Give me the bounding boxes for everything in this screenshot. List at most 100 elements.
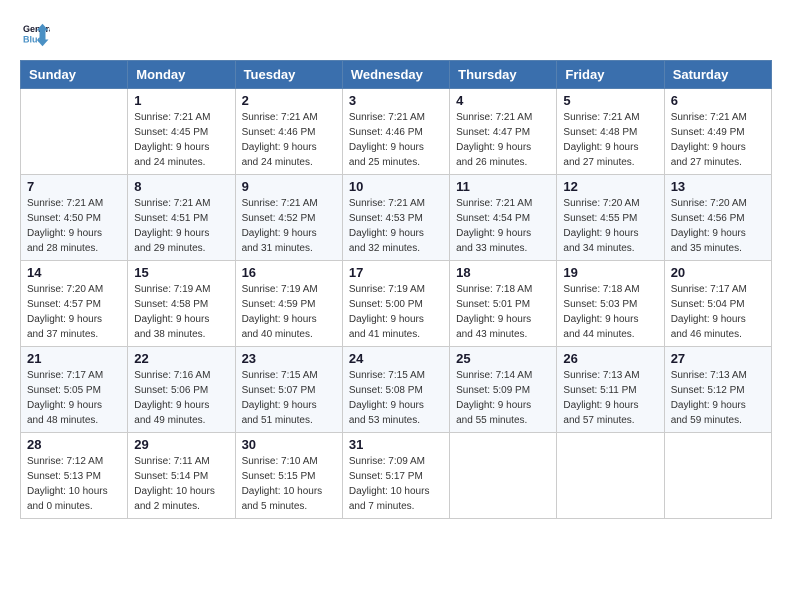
day-info: Sunrise: 7:21 AMSunset: 4:46 PMDaylight:… (349, 110, 443, 170)
calendar-cell: 6Sunrise: 7:21 AMSunset: 4:49 PMDaylight… (664, 89, 771, 175)
day-info: Sunrise: 7:19 AMSunset: 4:58 PMDaylight:… (134, 282, 228, 342)
calendar-cell: 4Sunrise: 7:21 AMSunset: 4:47 PMDaylight… (450, 89, 557, 175)
day-number: 17 (349, 265, 443, 280)
day-info: Sunrise: 7:20 AMSunset: 4:55 PMDaylight:… (563, 196, 657, 256)
day-info: Sunrise: 7:15 AMSunset: 5:08 PMDaylight:… (349, 368, 443, 428)
calendar-cell: 10 Sunrise: 7:21 AMSunset: 4:53 PMDayligh… (342, 175, 449, 261)
day-number: 11 (456, 179, 550, 194)
calendar-cell: 30 Sunrise: 7:10 AMSunset: 5:15 PMDayligh… (235, 433, 342, 519)
day-info: Sunrise: 7:21 AMSunset: 4:45 PMDaylight:… (134, 110, 228, 170)
calendar-cell: 27 Sunrise: 7:13 AMSunset: 5:12 PMDayligh… (664, 347, 771, 433)
calendar-cell: 19 Sunrise: 7:18 AMSunset: 5:03 PMDayligh… (557, 261, 664, 347)
calendar-cell: 24 Sunrise: 7:15 AMSunset: 5:08 PMDayligh… (342, 347, 449, 433)
calendar-cell: 29Sunrise: 7:11 AMSunset: 5:14 PMDayligh… (128, 433, 235, 519)
day-number: 22 (134, 351, 228, 366)
day-info: Sunrise: 7:10 AMSunset: 5:15 PMDaylight:… (242, 454, 336, 514)
calendar-cell: 28 Sunrise: 7:12 AMSunset: 5:13 PMDayligh… (21, 433, 128, 519)
calendar-cell: 3 Sunrise: 7:21 AMSunset: 4:46 PMDaylight… (342, 89, 449, 175)
day-number: 15 (134, 265, 228, 280)
calendar-cell (450, 433, 557, 519)
day-info: Sunrise: 7:17 AMSunset: 5:04 PMDaylight:… (671, 282, 765, 342)
day-info: Sunrise: 7:20 AMSunset: 4:57 PMDaylight:… (27, 282, 121, 342)
calendar-header-saturday: Saturday (664, 61, 771, 89)
day-number: 16 (242, 265, 336, 280)
calendar-cell: 16Sunrise: 7:19 AMSunset: 4:59 PMDayligh… (235, 261, 342, 347)
day-number: 9 (242, 179, 336, 194)
calendar-cell: 18Sunrise: 7:18 AMSunset: 5:01 PMDayligh… (450, 261, 557, 347)
day-number: 10 (349, 179, 443, 194)
day-number: 1 (134, 93, 228, 108)
calendar-cell: 12 Sunrise: 7:20 AMSunset: 4:55 PMDayligh… (557, 175, 664, 261)
day-info: Sunrise: 7:13 AMSunset: 5:11 PMDaylight:… (563, 368, 657, 428)
day-info: Sunrise: 7:21 AMSunset: 4:54 PMDaylight:… (456, 196, 550, 256)
day-number: 27 (671, 351, 765, 366)
calendar-header-tuesday: Tuesday (235, 61, 342, 89)
calendar-header-monday: Monday (128, 61, 235, 89)
day-number: 3 (349, 93, 443, 108)
day-info: Sunrise: 7:18 AMSunset: 5:03 PMDaylight:… (563, 282, 657, 342)
day-number: 30 (242, 437, 336, 452)
calendar-cell: 1 Sunrise: 7:21 AMSunset: 4:45 PMDaylight… (128, 89, 235, 175)
calendar-cell: 8 Sunrise: 7:21 AMSunset: 4:51 PMDaylight… (128, 175, 235, 261)
calendar-cell: 2 Sunrise: 7:21 AMSunset: 4:46 PMDaylight… (235, 89, 342, 175)
calendar-body: 1 Sunrise: 7:21 AMSunset: 4:45 PMDaylight… (21, 89, 772, 519)
day-info: Sunrise: 7:21 AMSunset: 4:48 PMDaylight:… (563, 110, 657, 170)
calendar-header-wednesday: Wednesday (342, 61, 449, 89)
day-info: Sunrise: 7:21 AMSunset: 4:53 PMDaylight:… (349, 196, 443, 256)
day-number: 6 (671, 93, 765, 108)
day-number: 21 (27, 351, 121, 366)
day-info: Sunrise: 7:21 AMSunset: 4:50 PMDaylight:… (27, 196, 121, 256)
day-number: 13 (671, 179, 765, 194)
day-number: 14 (27, 265, 121, 280)
calendar-week-row: 14 Sunrise: 7:20 AMSunset: 4:57 PMDayligh… (21, 261, 772, 347)
day-info: Sunrise: 7:21 AMSunset: 4:52 PMDaylight:… (242, 196, 336, 256)
calendar-cell: 25Sunrise: 7:14 AMSunset: 5:09 PMDayligh… (450, 347, 557, 433)
calendar-cell: 26 Sunrise: 7:13 AMSunset: 5:11 PMDayligh… (557, 347, 664, 433)
calendar-cell: 14 Sunrise: 7:20 AMSunset: 4:57 PMDayligh… (21, 261, 128, 347)
calendar-cell (557, 433, 664, 519)
day-info: Sunrise: 7:13 AMSunset: 5:12 PMDaylight:… (671, 368, 765, 428)
day-info: Sunrise: 7:19 AMSunset: 5:00 PMDaylight:… (349, 282, 443, 342)
day-number: 5 (563, 93, 657, 108)
page-header: General Blue (20, 20, 772, 50)
day-number: 7 (27, 179, 121, 194)
calendar-header-row: SundayMondayTuesdayWednesdayThursdayFrid… (21, 61, 772, 89)
calendar-cell: 31Sunrise: 7:09 AMSunset: 5:17 PMDayligh… (342, 433, 449, 519)
calendar-week-row: 1 Sunrise: 7:21 AMSunset: 4:45 PMDaylight… (21, 89, 772, 175)
day-info: Sunrise: 7:21 AMSunset: 4:47 PMDaylight:… (456, 110, 550, 170)
calendar-cell: 9 Sunrise: 7:21 AMSunset: 4:52 PMDaylight… (235, 175, 342, 261)
calendar-cell: 21 Sunrise: 7:17 AMSunset: 5:05 PMDayligh… (21, 347, 128, 433)
logo-icon: General Blue (20, 20, 50, 50)
calendar-cell: 20Sunrise: 7:17 AMSunset: 5:04 PMDayligh… (664, 261, 771, 347)
day-number: 26 (563, 351, 657, 366)
day-info: Sunrise: 7:17 AMSunset: 5:05 PMDaylight:… (27, 368, 121, 428)
calendar-header-friday: Friday (557, 61, 664, 89)
calendar-cell: 22 Sunrise: 7:16 AMSunset: 5:06 PMDayligh… (128, 347, 235, 433)
calendar-table: SundayMondayTuesdayWednesdayThursdayFrid… (20, 60, 772, 519)
day-info: Sunrise: 7:16 AMSunset: 5:06 PMDaylight:… (134, 368, 228, 428)
calendar-week-row: 28 Sunrise: 7:12 AMSunset: 5:13 PMDayligh… (21, 433, 772, 519)
day-number: 24 (349, 351, 443, 366)
calendar-cell: 11 Sunrise: 7:21 AMSunset: 4:54 PMDayligh… (450, 175, 557, 261)
calendar-cell (664, 433, 771, 519)
day-info: Sunrise: 7:20 AMSunset: 4:56 PMDaylight:… (671, 196, 765, 256)
day-info: Sunrise: 7:09 AMSunset: 5:17 PMDaylight:… (349, 454, 443, 514)
calendar-cell: 17 Sunrise: 7:19 AMSunset: 5:00 PMDayligh… (342, 261, 449, 347)
day-info: Sunrise: 7:21 AMSunset: 4:46 PMDaylight:… (242, 110, 336, 170)
day-number: 2 (242, 93, 336, 108)
calendar-header-thursday: Thursday (450, 61, 557, 89)
day-number: 8 (134, 179, 228, 194)
day-info: Sunrise: 7:12 AMSunset: 5:13 PMDaylight:… (27, 454, 121, 514)
day-number: 19 (563, 265, 657, 280)
calendar-cell: 5 Sunrise: 7:21 AMSunset: 4:48 PMDaylight… (557, 89, 664, 175)
day-number: 12 (563, 179, 657, 194)
day-info: Sunrise: 7:21 AMSunset: 4:51 PMDaylight:… (134, 196, 228, 256)
day-number: 28 (27, 437, 121, 452)
day-number: 23 (242, 351, 336, 366)
calendar-cell: 15 Sunrise: 7:19 AMSunset: 4:58 PMDayligh… (128, 261, 235, 347)
logo: General Blue (20, 20, 54, 50)
day-info: Sunrise: 7:18 AMSunset: 5:01 PMDaylight:… (456, 282, 550, 342)
calendar-cell: 7 Sunrise: 7:21 AMSunset: 4:50 PMDaylight… (21, 175, 128, 261)
calendar-cell: 13 Sunrise: 7:20 AMSunset: 4:56 PMDayligh… (664, 175, 771, 261)
day-info: Sunrise: 7:11 AMSunset: 5:14 PMDaylight:… (134, 454, 228, 514)
